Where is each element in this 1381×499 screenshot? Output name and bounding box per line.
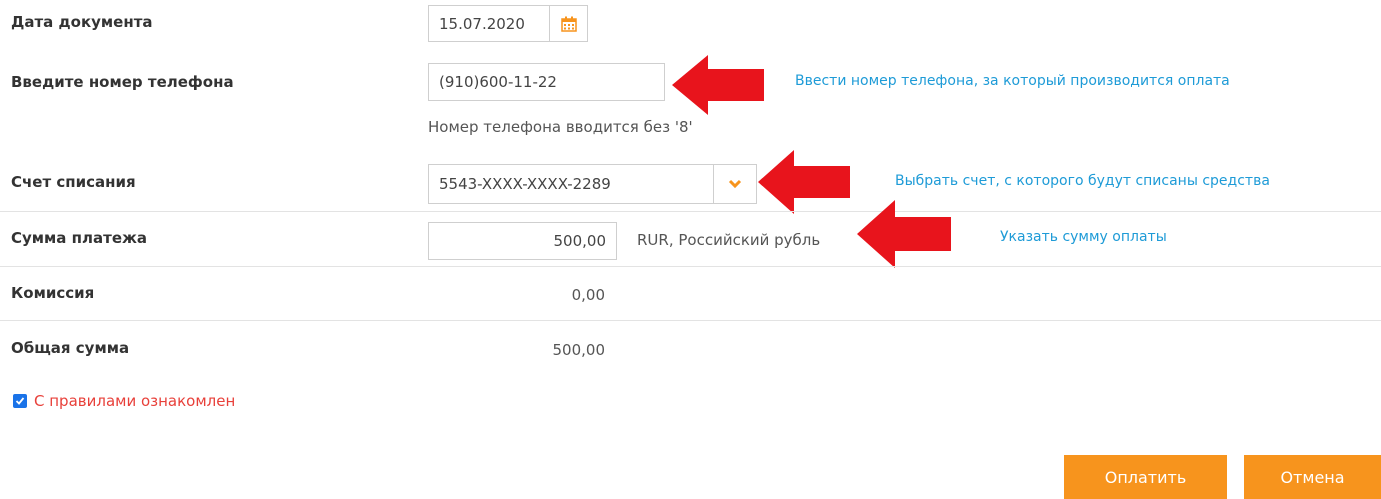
doc-date-label: Дата документа (11, 13, 153, 31)
phone-note: Номер телефона вводится без '8' (428, 118, 693, 136)
total-label: Общая сумма (11, 339, 130, 357)
checkmark-icon (15, 397, 25, 405)
phone-field[interactable] (428, 63, 665, 101)
rules-label: С правилами ознакомлен (34, 392, 236, 410)
rules-checkbox[interactable] (13, 394, 27, 408)
phone-input[interactable] (429, 64, 664, 100)
amount-hint: Указать сумму оплаты (1000, 229, 1167, 245)
account-selected-value: 5543-XXXX-XXXX-2289 (439, 175, 611, 193)
commission-value: 0,00 (571, 286, 605, 304)
account-label: Счет списания (11, 173, 136, 191)
account-dropdown-toggle[interactable] (713, 165, 756, 203)
divider (0, 211, 1381, 212)
phone-label: Введите номер телефона (11, 73, 234, 91)
doc-date-field[interactable] (428, 5, 550, 42)
pay-button[interactable]: Оплатить (1064, 455, 1227, 499)
red-arrow-icon (672, 55, 764, 115)
account-hint: Выбрать счет, с которого будут списаны с… (895, 173, 1270, 189)
cancel-button[interactable]: Отмена (1244, 455, 1381, 499)
rules-checkbox-row[interactable]: С правилами ознакомлен (13, 392, 235, 410)
amount-currency: RUR, Российский рубль (637, 231, 821, 249)
total-value: 500,00 (552, 341, 606, 359)
divider (0, 266, 1381, 267)
calendar-icon (560, 16, 577, 32)
date-picker-button[interactable] (549, 5, 588, 42)
amount-field[interactable] (428, 222, 617, 260)
amount-input[interactable] (429, 223, 616, 259)
account-select[interactable]: 5543-XXXX-XXXX-2289 (428, 164, 757, 204)
doc-date-input[interactable] (429, 6, 549, 41)
amount-label: Сумма платежа (11, 229, 148, 247)
phone-hint: Ввести номер телефона, за который произв… (795, 73, 1230, 89)
red-arrow-icon (857, 200, 951, 268)
divider (0, 320, 1381, 321)
chevron-down-icon (728, 179, 742, 189)
commission-label: Комиссия (11, 284, 95, 302)
red-arrow-icon (758, 150, 850, 214)
